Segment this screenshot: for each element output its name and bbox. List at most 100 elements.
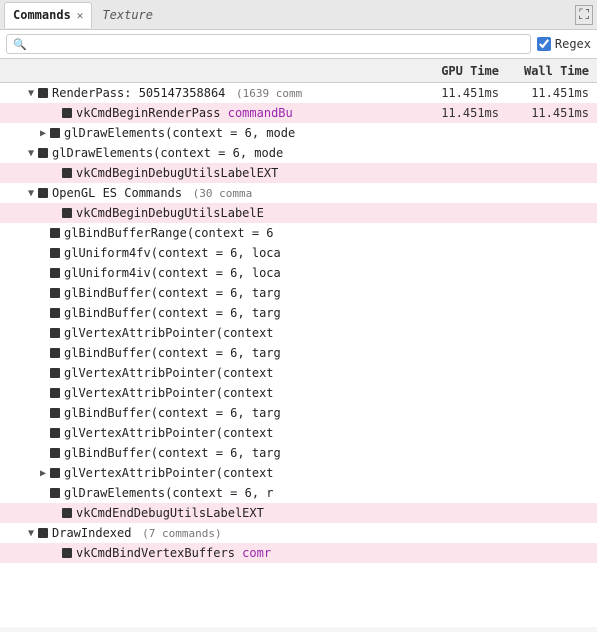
row-label: glDrawElements(context = 6, mode: [52, 146, 283, 160]
row-label: glBindBuffer(context = 6, targ: [64, 406, 281, 420]
row-label: glBindBuffer(context = 6, targ: [64, 446, 281, 460]
tree-row-vkcmdbegr[interactable]: vkCmdBeginRenderPass commandBu11.451ms11…: [0, 103, 597, 123]
search-input-wrap: 🔍: [6, 34, 531, 54]
row-icon: [50, 428, 60, 438]
tree-row-glvertex2[interactable]: glVertexAttribPointer(context: [0, 363, 597, 383]
row-label: OpenGL ES Commands (30 comma: [52, 186, 252, 200]
tree-row-gldraw3[interactable]: glDrawElements(context = 6, r: [0, 483, 597, 503]
row-icon: [50, 268, 60, 278]
row-name-opengl: ▼ OpenGL ES Commands (30 comma: [0, 186, 417, 200]
tree-row-glvertex1[interactable]: glVertexAttribPointer(context: [0, 323, 597, 343]
row-icon: [50, 468, 60, 478]
row-icon: [50, 248, 60, 258]
row-icon: [62, 108, 72, 118]
row-icon: [38, 88, 48, 98]
row-label: vkCmdBeginDebugUtilsLabelE: [76, 206, 264, 220]
search-icon: 🔍: [13, 38, 27, 51]
row-name-glvertex3: glVertexAttribPointer(context: [0, 386, 417, 400]
row-name-vkcmdbdl2: vkCmdBeginDebugUtilsLabelE: [0, 206, 417, 220]
row-name-glvertex5: ▶ glVertexAttribPointer(context: [0, 466, 417, 480]
tree-row-opengl[interactable]: ▼ OpenGL ES Commands (30 comma: [0, 183, 597, 203]
tree-row-glunif4iv[interactable]: glUniform4iv(context = 6, loca: [0, 263, 597, 283]
tree-row-vkcmdbdl2[interactable]: vkCmdBeginDebugUtilsLabelE: [0, 203, 597, 223]
close-commands-tab[interactable]: ✕: [77, 9, 84, 22]
row-name-vkcmdbegr: vkCmdBeginRenderPass commandBu: [0, 106, 417, 120]
tree-row-glbindbuf2[interactable]: glBindBuffer(context = 6, targ: [0, 283, 597, 303]
row-name-glunif4fv: glUniform4fv(context = 6, loca: [0, 246, 417, 260]
row-name-glunif4iv: glUniform4iv(context = 6, loca: [0, 266, 417, 280]
tree-row-glbindbuf4[interactable]: glBindBuffer(context = 6, targ: [0, 343, 597, 363]
tab-commands-label: Commands: [13, 8, 71, 22]
row-label: glDrawElements(context = 6, r: [64, 486, 274, 500]
regex-checkbox[interactable]: [537, 37, 551, 51]
tree-row-glvertex5[interactable]: ▶ glVertexAttribPointer(context: [0, 463, 597, 483]
regex-toggle[interactable]: Regex: [537, 37, 591, 51]
row-label: glBindBuffer(context = 6, targ: [64, 306, 281, 320]
row-label: RenderPass: 505147358864 (1639 comm: [52, 86, 302, 100]
tree-row-renderpass[interactable]: ▼ RenderPass: 505147358864 (1639 comm 11.4…: [0, 83, 597, 103]
expand-arrow[interactable]: ▼: [24, 188, 38, 199]
row-label: DrawIndexed (7 commands): [52, 526, 222, 540]
row-label: vkCmdBeginDebugUtilsLabelEXT: [76, 166, 278, 180]
row-icon: [50, 328, 60, 338]
tree-row-glvertex4[interactable]: glVertexAttribPointer(context: [0, 423, 597, 443]
tree-row-vkcmdedl[interactable]: vkCmdEndDebugUtilsLabelEXT: [0, 503, 597, 523]
expand-arrow[interactable]: ▶: [36, 468, 50, 479]
tab-texture-label: Texture: [102, 8, 153, 22]
expand-arrow[interactable]: ▼: [24, 148, 38, 159]
tree-row-glvertex3[interactable]: glVertexAttribPointer(context: [0, 383, 597, 403]
row-icon: [50, 448, 60, 458]
row-wall-time: 11.451ms: [507, 106, 597, 120]
row-name-glbindbuf5: glBindBuffer(context = 6, targ: [0, 406, 417, 420]
expand-arrow[interactable]: ▶: [36, 128, 50, 139]
row-icon: [50, 288, 60, 298]
tree-row-glunif4fv[interactable]: glUniform4fv(context = 6, loca: [0, 243, 597, 263]
tree-row-glbindbuf1[interactable]: glBindBufferRange(context = 6: [0, 223, 597, 243]
row-icon: [62, 168, 72, 178]
col-gpu-header: GPU Time: [417, 64, 507, 78]
tree-row-gldraw2[interactable]: ▼ glDrawElements(context = 6, mode: [0, 143, 597, 163]
column-headers: GPU Time Wall Time: [0, 59, 597, 83]
tree-row-drawindexed[interactable]: ▼ DrawIndexed (7 commands): [0, 523, 597, 543]
tree-row-glbindbuf5[interactable]: glBindBuffer(context = 6, targ: [0, 403, 597, 423]
row-icon: [50, 488, 60, 498]
row-name-drawindexed: ▼ DrawIndexed (7 commands): [0, 526, 417, 540]
row-label: glBindBufferRange(context = 6: [64, 226, 274, 240]
tree-content[interactable]: ▼ RenderPass: 505147358864 (1639 comm 11.4…: [0, 83, 597, 627]
row-icon: [50, 368, 60, 378]
row-label: vkCmdEndDebugUtilsLabelEXT: [76, 506, 264, 520]
search-input[interactable]: [31, 37, 524, 51]
tree-row-gldraw1[interactable]: ▶glDrawElements(context = 6, mode: [0, 123, 597, 143]
row-label: glVertexAttribPointer(context: [64, 386, 274, 400]
row-icon: [62, 548, 72, 558]
row-name-glbindbuf6: glBindBuffer(context = 6, targ: [0, 446, 417, 460]
row-gpu-time: 11.451ms: [417, 106, 507, 120]
row-name-glbindbuf1: glBindBufferRange(context = 6: [0, 226, 417, 240]
expand-arrow[interactable]: ▼: [24, 88, 38, 99]
row-name-glbindbuf3: glBindBuffer(context = 6, targ: [0, 306, 417, 320]
row-label: glVertexAttribPointer(context: [64, 466, 274, 480]
row-name-glbindbuf2: glBindBuffer(context = 6, targ: [0, 286, 417, 300]
row-name-glvertex4: glVertexAttribPointer(context: [0, 426, 417, 440]
tab-texture[interactable]: Texture: [94, 2, 161, 28]
tab-commands[interactable]: Commands ✕: [4, 2, 92, 28]
col-wall-header: Wall Time: [507, 64, 597, 78]
row-label: vkCmdBindVertexBuffers comr: [76, 546, 271, 560]
tree-row-glbindbuf6[interactable]: glBindBuffer(context = 6, targ: [0, 443, 597, 463]
tree-row-vkcmdbvb[interactable]: vkCmdBindVertexBuffers comr: [0, 543, 597, 563]
maximize-button[interactable]: ⛶: [575, 5, 593, 25]
tree-row-glbindbuf3[interactable]: glBindBuffer(context = 6, targ: [0, 303, 597, 323]
tree-row-vkcmdbdl[interactable]: vkCmdBeginDebugUtilsLabelEXT: [0, 163, 597, 183]
row-icon: [62, 208, 72, 218]
row-label: glVertexAttribPointer(context: [64, 366, 274, 380]
row-icon: [50, 388, 60, 398]
tab-bar: Commands ✕ Texture ⛶: [0, 0, 597, 30]
row-label: glVertexAttribPointer(context: [64, 326, 274, 340]
expand-arrow[interactable]: ▼: [24, 528, 38, 539]
row-icon: [38, 148, 48, 158]
row-icon: [50, 128, 60, 138]
main-container: Commands ✕ Texture ⛶ 🔍 Regex GPU Time Wa…: [0, 0, 597, 627]
row-gpu-time: 11.451ms: [417, 86, 507, 100]
row-name-vkcmdbdl: vkCmdBeginDebugUtilsLabelEXT: [0, 166, 417, 180]
row-icon: [50, 408, 60, 418]
